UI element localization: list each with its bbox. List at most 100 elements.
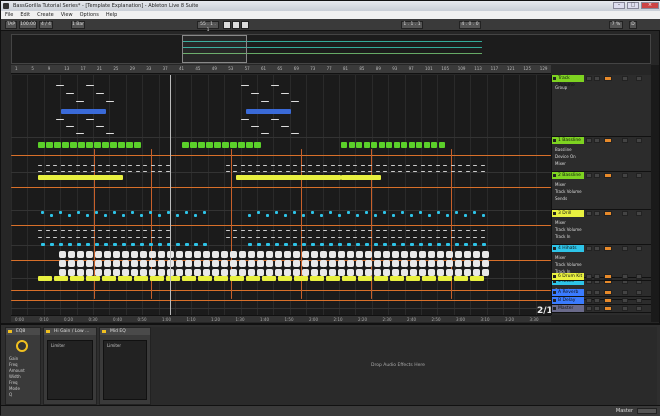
note-dot[interactable]: [240, 237, 245, 238]
drumkit-clip[interactable]: [390, 276, 404, 281]
note-dot[interactable]: [420, 165, 425, 166]
drum-block[interactable]: [122, 260, 129, 267]
kick-note[interactable]: [149, 243, 153, 246]
hihat-note[interactable]: [410, 214, 413, 217]
drumkit-clip[interactable]: [454, 276, 468, 281]
tempo-field[interactable]: 100.00: [19, 21, 37, 29]
device-power-icon[interactable]: [102, 330, 106, 333]
drum-block[interactable]: [59, 269, 66, 276]
note-dot[interactable]: [398, 171, 402, 172]
hihat-note[interactable]: [356, 214, 359, 217]
arm-button[interactable]: [604, 274, 612, 279]
note-dot[interactable]: [68, 230, 72, 231]
fold-button[interactable]: [636, 246, 642, 251]
note-dot[interactable]: [90, 165, 95, 166]
hihat-note[interactable]: [311, 211, 314, 214]
beat-ruler[interactable]: 1 5 9 13 17 21 25 29 33 37 41 45 49 53 57 61 65 69 73 77 81 8…: [11, 65, 551, 74]
note-dot[interactable]: [480, 165, 485, 166]
drum-block[interactable]: [482, 251, 489, 258]
drum-block[interactable]: [140, 260, 147, 267]
track-activator[interactable]: [586, 290, 592, 295]
drum-block[interactable]: [410, 269, 417, 276]
note-dot[interactable]: [165, 237, 170, 238]
arrangement-overview[interactable]: [11, 34, 651, 64]
green-clip[interactable]: [393, 142, 400, 148]
note-dot[interactable]: [248, 165, 252, 166]
drum-block[interactable]: [257, 251, 264, 258]
note-dot[interactable]: [53, 165, 57, 166]
green-clip[interactable]: [341, 142, 347, 148]
drum-block[interactable]: [311, 251, 318, 258]
note-dot[interactable]: [83, 171, 87, 172]
track-header[interactable]: Master: [552, 305, 652, 313]
hihat-note[interactable]: [41, 211, 44, 214]
track-activator[interactable]: [586, 246, 592, 251]
hihat-note[interactable]: [68, 214, 71, 217]
note-dot[interactable]: [315, 230, 320, 231]
drumkit-clip[interactable]: [214, 276, 228, 281]
midi-note[interactable]: [271, 119, 279, 120]
drumkit-clip[interactable]: [134, 276, 148, 281]
note-dot[interactable]: [338, 237, 342, 238]
midi-note[interactable]: [66, 93, 74, 94]
hihat-note[interactable]: [329, 211, 332, 214]
blue-clip[interactable]: [61, 109, 106, 114]
drum-block[interactable]: [338, 251, 345, 258]
drum-block[interactable]: [293, 260, 300, 267]
drum-block[interactable]: [392, 251, 399, 258]
note-dot[interactable]: [450, 230, 455, 231]
drum-block[interactable]: [428, 260, 435, 267]
green-clip[interactable]: [246, 142, 253, 148]
note-dot[interactable]: [45, 230, 50, 231]
drum-block[interactable]: [293, 269, 300, 276]
solo-button[interactable]: [594, 298, 600, 303]
device-chooser[interactable]: Mixer: [555, 182, 566, 187]
green-clip[interactable]: [118, 142, 125, 148]
drumkit-clip[interactable]: [150, 276, 164, 281]
note-dot[interactable]: [45, 165, 50, 166]
kick-note[interactable]: [464, 243, 468, 246]
green-clip[interactable]: [254, 142, 261, 148]
drumkit-clip[interactable]: [246, 276, 260, 281]
midi-note[interactable]: [241, 85, 249, 86]
note-dot[interactable]: [293, 230, 297, 231]
drumkit-clip[interactable]: [262, 276, 276, 281]
drum-block[interactable]: [122, 269, 129, 276]
note-dot[interactable]: [165, 165, 170, 166]
drum-block[interactable]: [302, 260, 309, 267]
drumkit-clip[interactable]: [470, 276, 484, 281]
drumkit-clip[interactable]: [406, 276, 420, 281]
kick-note[interactable]: [320, 243, 324, 246]
drum-block[interactable]: [158, 269, 165, 276]
midi-note[interactable]: [86, 119, 94, 120]
green-clip[interactable]: [62, 142, 69, 148]
drum-block[interactable]: [284, 269, 291, 276]
tap-button[interactable]: TAP: [5, 21, 17, 29]
note-dot[interactable]: [360, 237, 365, 238]
midi-note[interactable]: [106, 101, 114, 102]
drum-block[interactable]: [446, 251, 453, 258]
hihat-note[interactable]: [158, 214, 161, 217]
note-dot[interactable]: [248, 237, 252, 238]
note-dot[interactable]: [368, 165, 372, 166]
solo-button[interactable]: [594, 173, 600, 178]
midi-note[interactable]: [251, 126, 259, 127]
drum-block[interactable]: [248, 269, 255, 276]
midi-note[interactable]: [261, 101, 269, 102]
menu-create[interactable]: Create: [37, 11, 54, 19]
note-dot[interactable]: [270, 171, 275, 172]
drum-block[interactable]: [365, 251, 372, 258]
drum-block[interactable]: [320, 260, 327, 267]
track-activator[interactable]: [586, 274, 592, 279]
note-dot[interactable]: [293, 171, 297, 172]
drum-block[interactable]: [140, 251, 147, 258]
overview-selection[interactable]: [182, 35, 247, 63]
loop-length[interactable]: 4 . 0 . 0: [459, 21, 481, 29]
hihat-note[interactable]: [248, 214, 251, 217]
track-activator[interactable]: [586, 173, 592, 178]
drumkit-clip[interactable]: [182, 276, 196, 281]
drum-block[interactable]: [248, 260, 255, 267]
device-chooser[interactable]: Group: [555, 85, 567, 90]
drum-block[interactable]: [239, 269, 246, 276]
drum-block[interactable]: [311, 269, 318, 276]
